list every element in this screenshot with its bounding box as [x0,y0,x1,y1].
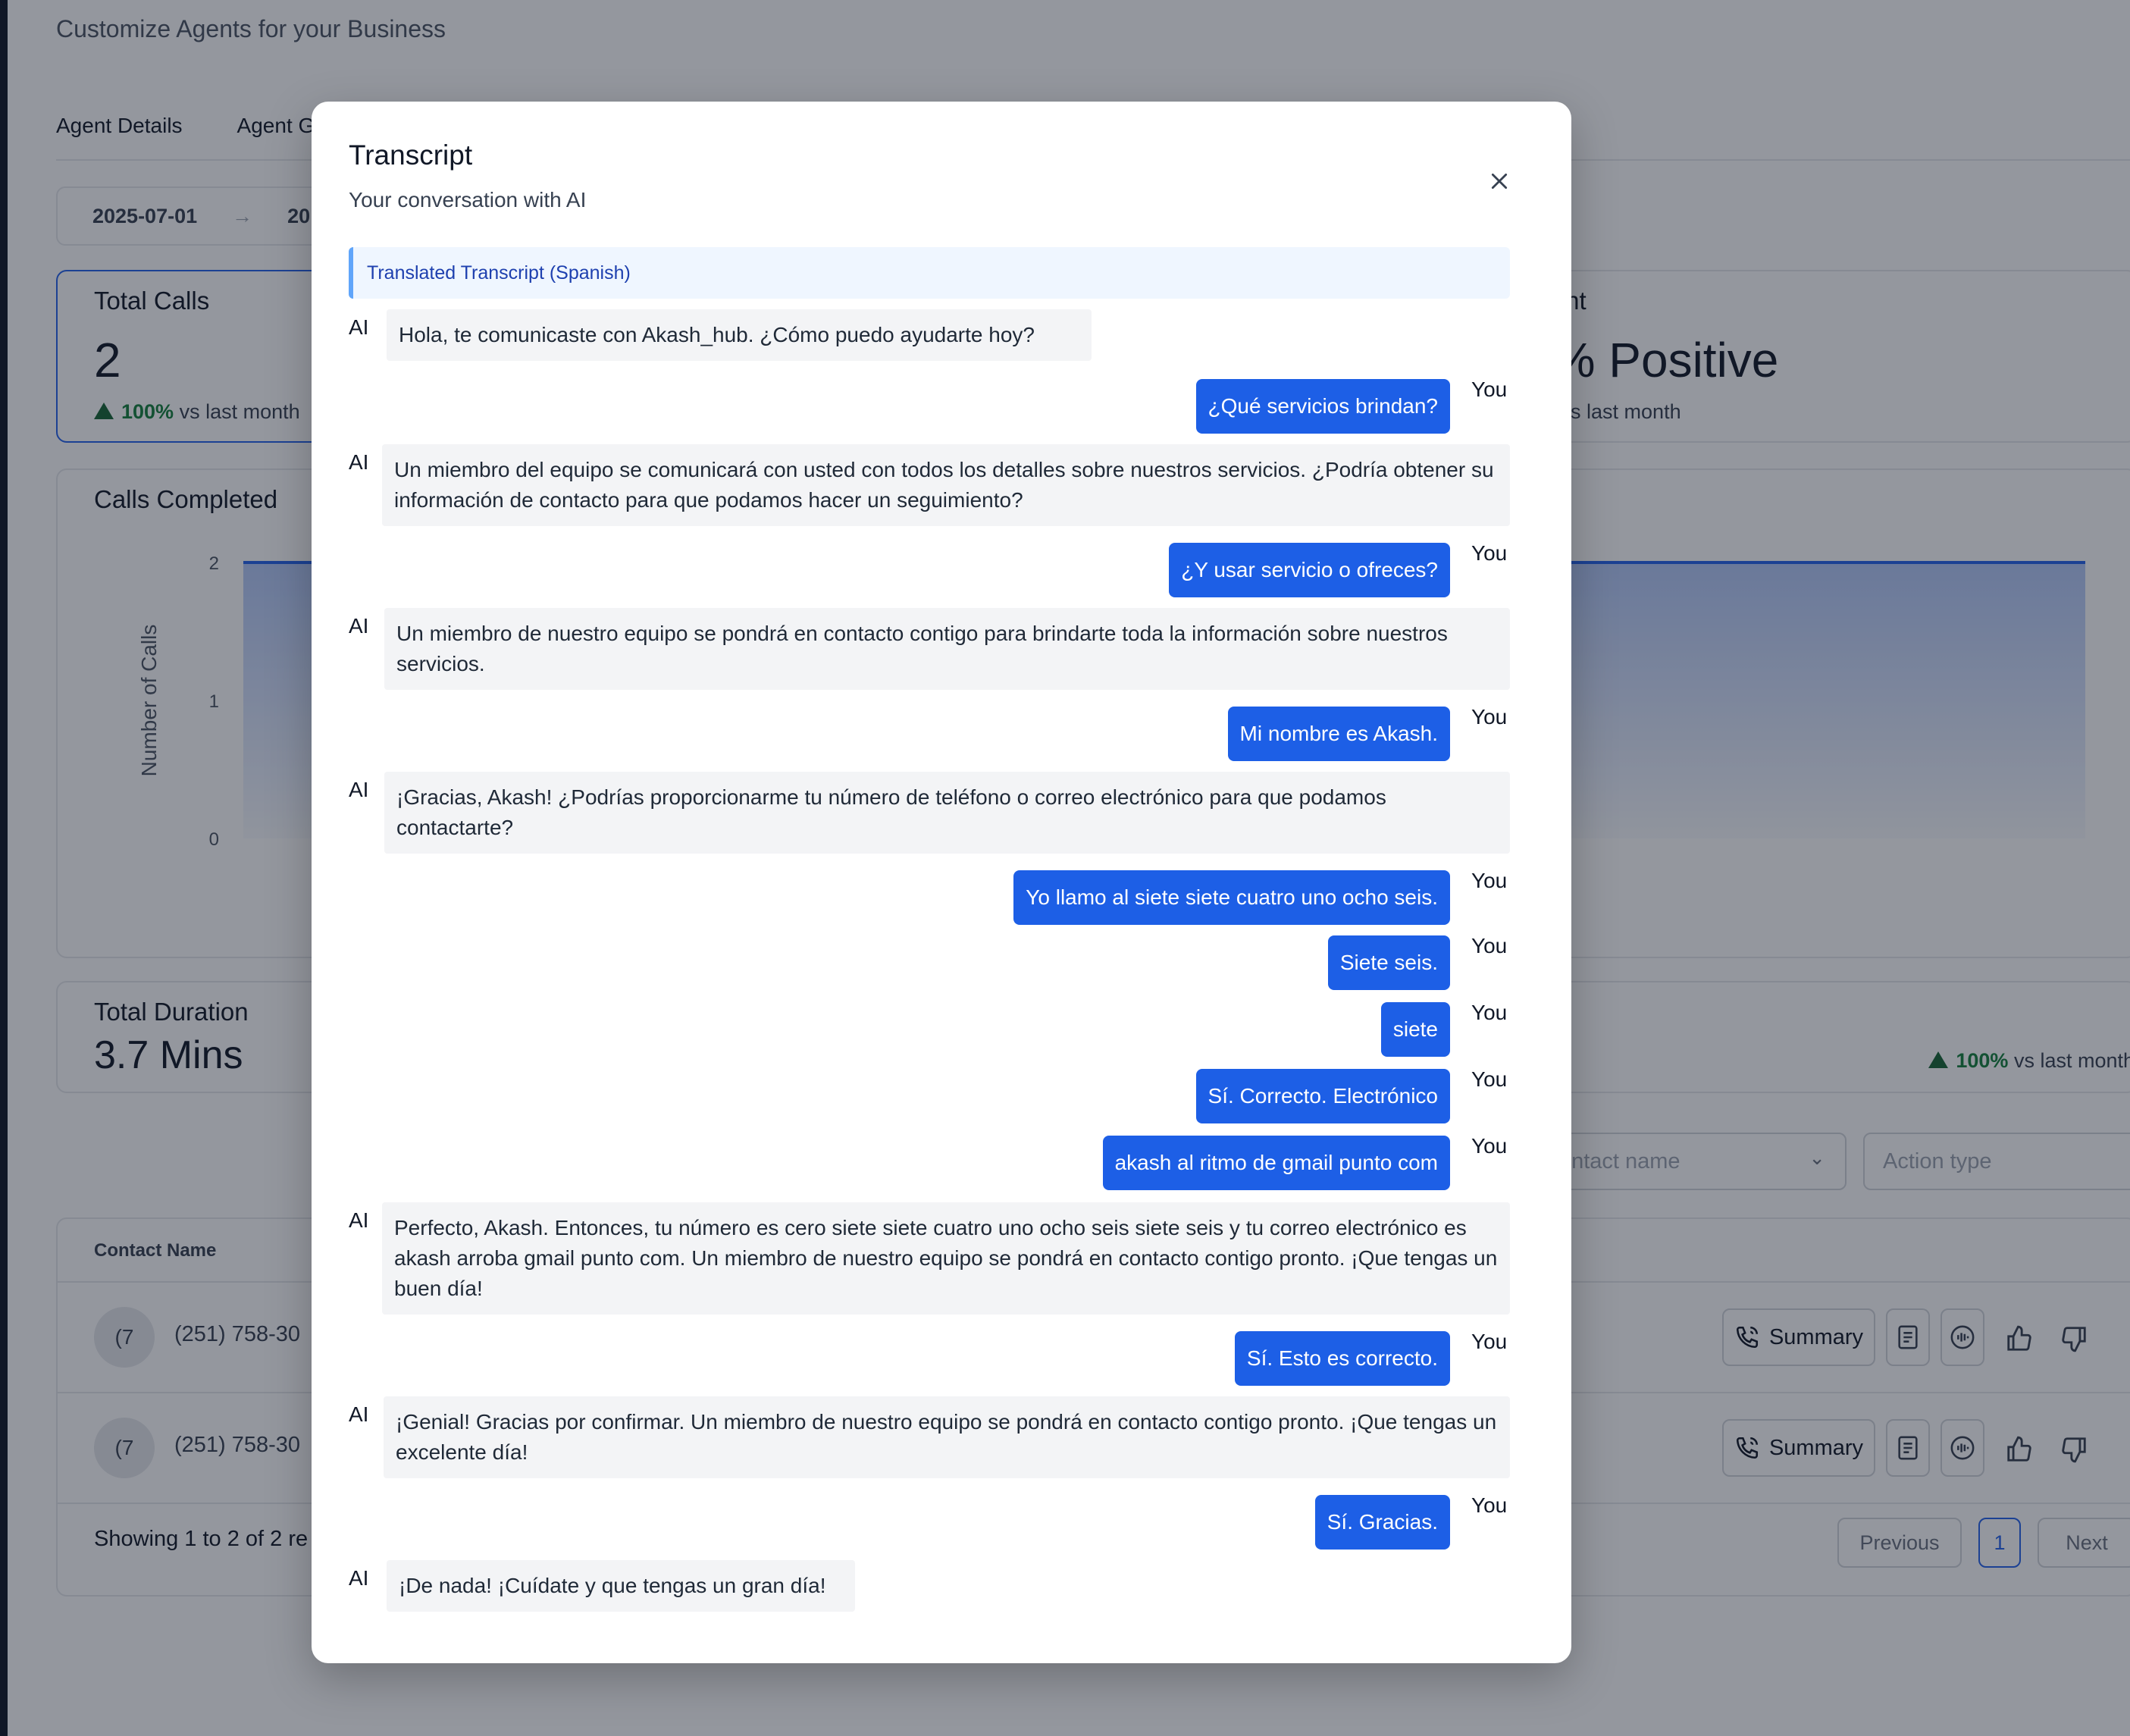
user-speaker-label: You [1471,1134,1508,1158]
ai-message-bubble: Perfecto, Akash. Entonces, tu número es … [382,1202,1510,1315]
user-message-bubble: siete [1380,1002,1450,1057]
ai-message-bubble: ¡Gracias, Akash! ¿Podrías proporcionarme… [384,772,1510,854]
user-message-bubble: ¿Qué servicios brindan? [1195,379,1450,434]
ai-speaker-label: AI [349,778,369,801]
user-speaker-label: You [1471,1493,1508,1517]
close-icon [1491,173,1508,190]
user-speaker-label: You [1471,1067,1508,1091]
user-message-bubble: Sí. Correcto. Electrónico [1195,1069,1450,1123]
ai-speaker-label: AI [349,450,369,474]
user-message-bubble: Sí. Gracias. [1314,1495,1450,1550]
translated-transcript-banner: Translated Transcript (Spanish) [349,247,1510,299]
ai-message-bubble: ¡Genial! Gracias por confirmar. Un miemb… [384,1396,1510,1478]
ai-speaker-label: AI [349,1208,369,1232]
user-speaker-label: You [1471,541,1508,565]
modal-title: Transcript [349,139,473,171]
ai-speaker-label: AI [349,1402,369,1426]
modal-subtitle: Your conversation with AI [349,188,587,212]
ai-speaker-label: AI [349,315,369,339]
user-message-bubble: Mi nombre es Akash. [1227,707,1450,761]
user-speaker-label: You [1471,1330,1508,1353]
ai-message-bubble: ¡De nada! ¡Cuídate y que tengas un gran … [387,1560,855,1612]
user-message-bubble: Yo llamo al siete siete cuatro uno ocho … [1013,870,1450,925]
user-speaker-label: You [1471,1001,1508,1024]
ai-message-bubble: Hola, te comunicaste con Akash_hub. ¿Cóm… [387,309,1092,361]
ai-speaker-label: AI [349,1566,369,1590]
user-message-bubble: ¿Y usar servicio o ofreces? [1169,543,1450,597]
user-speaker-label: You [1471,869,1508,892]
user-message-bubble: Siete seis. [1327,935,1450,990]
transcript-modal: Transcript Your conversation with AI Tra… [312,102,1571,1663]
close-button[interactable] [1479,161,1520,202]
user-speaker-label: You [1471,705,1508,729]
ai-speaker-label: AI [349,614,369,638]
ai-message-bubble: Un miembro de nuestro equipo se pondrá e… [384,608,1510,690]
user-speaker-label: You [1471,378,1508,401]
ai-message-bubble: Un miembro del equipo se comunicará con … [382,444,1510,526]
user-message-bubble: Sí. Esto es correcto. [1234,1331,1450,1386]
user-speaker-label: You [1471,934,1508,957]
user-message-bubble: akash al ritmo de gmail punto com [1102,1136,1450,1190]
